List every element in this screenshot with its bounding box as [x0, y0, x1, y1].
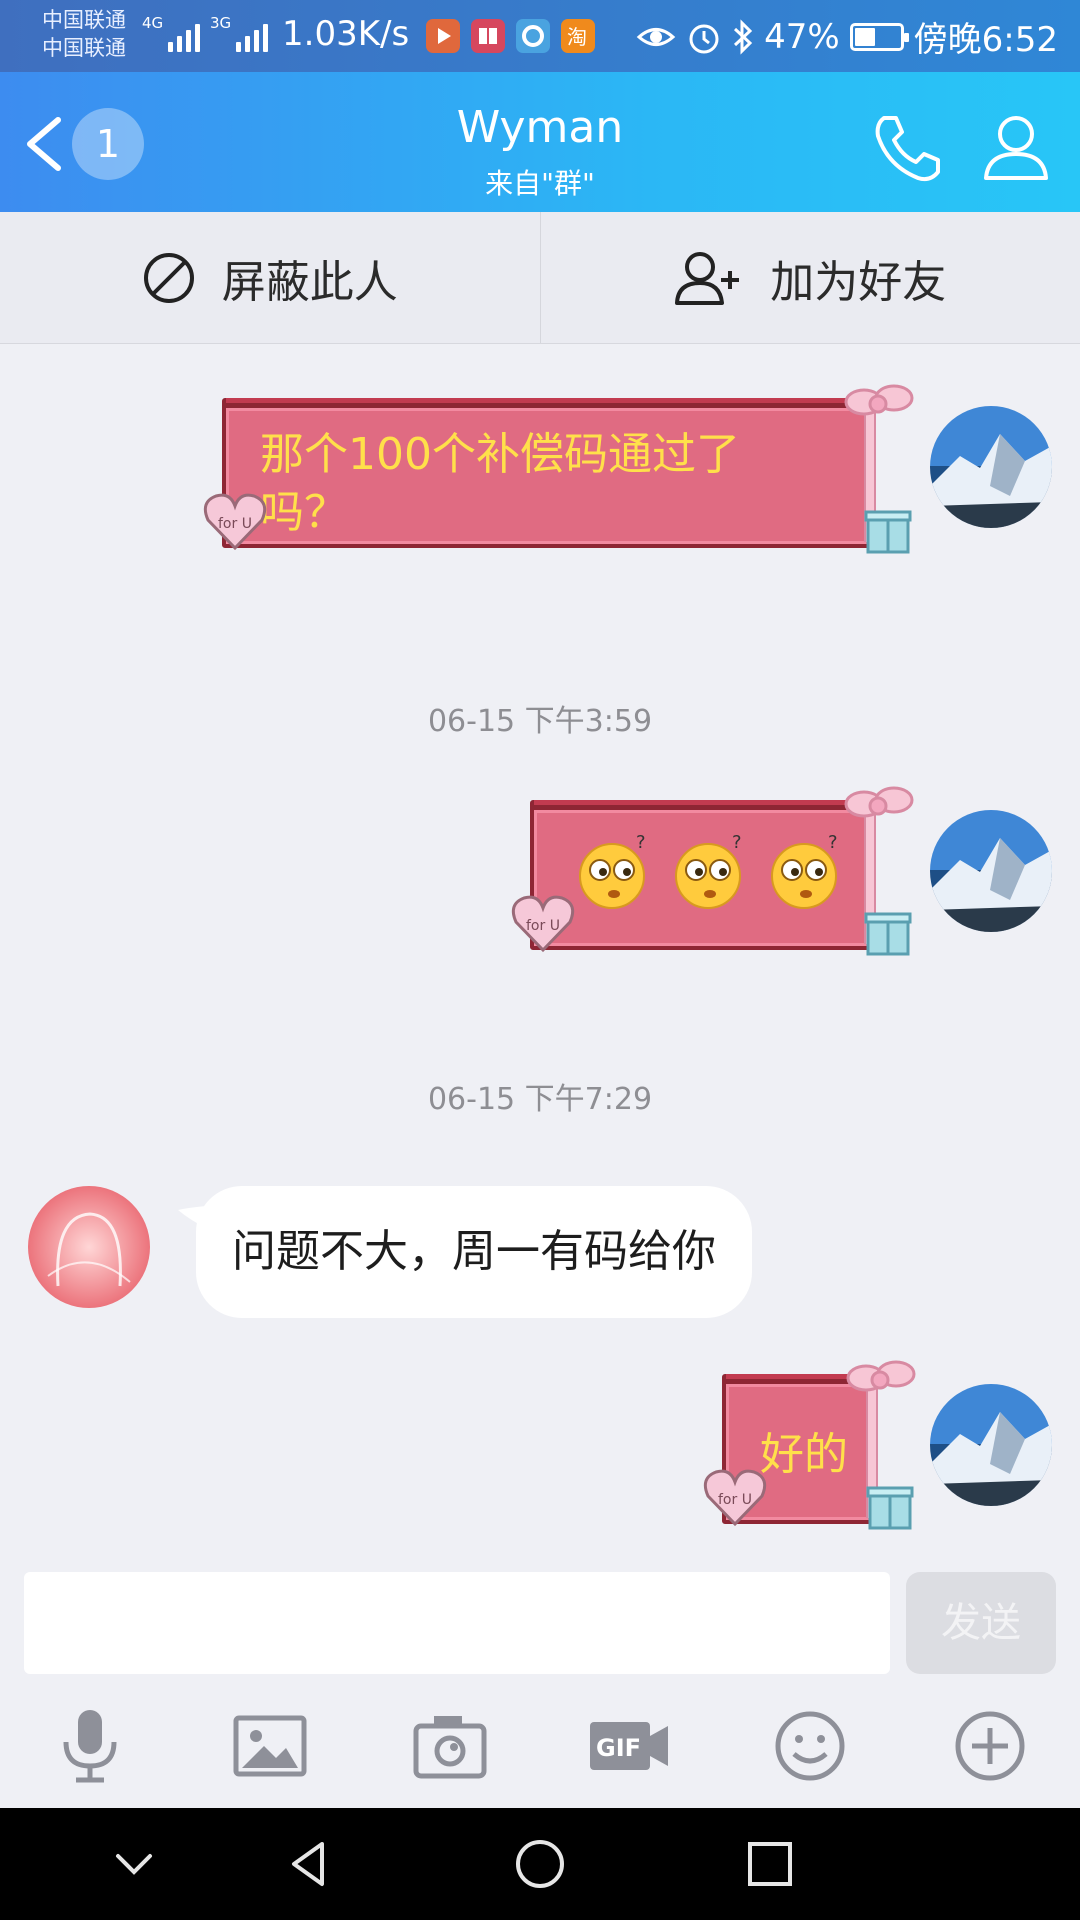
network-type-1: 4G — [142, 14, 164, 32]
block-user-button[interactable]: 屏蔽此人 — [0, 212, 540, 343]
alarm-icon — [689, 24, 719, 53]
status-bar: 中国联通 中国联通 4G 3G 1.03K/s 淘 47% 傍晚6:52 — [0, 0, 1080, 72]
composer-bar: 发送 — [0, 1570, 1080, 1676]
my-avatar[interactable] — [930, 810, 1052, 932]
message-timestamp: 06-15 下午3:59 — [427, 704, 653, 739]
gif-icon[interactable]: GIF — [586, 1706, 672, 1786]
message-input[interactable] — [24, 1572, 890, 1674]
confused-emoji-icon: ? — [675, 832, 742, 909]
heart-for-u-icon: for U — [703, 1469, 767, 1527]
reader-app-icon — [471, 19, 505, 53]
message-text-line-2: 吗？ — [260, 487, 348, 538]
block-icon — [143, 252, 194, 303]
battery-percent: 47% — [764, 16, 840, 57]
stranger-action-bar: 屏蔽此人 加为好友 — [0, 212, 1080, 344]
message-gift-bubble[interactable]: 好的 for U — [700, 1360, 920, 1534]
message-gift-bubble[interactable]: ? ? ? for U — [508, 786, 920, 960]
svg-text:?: ? — [828, 832, 838, 853]
block-user-label: 屏蔽此人 — [221, 256, 398, 308]
contact-avatar[interactable] — [28, 1186, 150, 1308]
heart-for-u-icon: for U — [511, 895, 575, 953]
ribbon-bow-icon — [844, 384, 914, 416]
nav-recents-icon[interactable] — [740, 1834, 800, 1894]
message-gift-bubble[interactable]: 那个100个补偿码通过了 吗？ for U — [200, 384, 920, 558]
system-navigation-bar — [0, 1808, 1080, 1920]
add-more-icon[interactable] — [950, 1706, 1030, 1786]
video-app-icon — [426, 19, 460, 53]
message-text-line-1: 那个100个补偿码通过了 — [260, 429, 740, 480]
add-friend-label: 加为好友 — [770, 256, 947, 308]
confused-emoji-icon: ? — [579, 832, 646, 909]
incoming-message-bubble[interactable]: 问题不大，周一有码给你 — [196, 1186, 752, 1318]
chat-header: 1 Wyman 来自"群" — [0, 72, 1080, 212]
carrier-1: 中国联通 — [42, 8, 126, 32]
add-friend-icon — [675, 251, 740, 305]
bluetooth-icon — [734, 18, 753, 55]
network-type-2: 3G — [210, 14, 232, 32]
ribbon-bow-icon — [846, 1360, 916, 1392]
svg-text:淘: 淘 — [567, 25, 587, 49]
network-speed: 1.03K/s — [282, 14, 410, 54]
camera-icon[interactable] — [410, 1706, 490, 1786]
nav-home-icon[interactable] — [510, 1834, 570, 1894]
nav-back-icon[interactable] — [280, 1834, 340, 1894]
battery-icon — [849, 22, 909, 51]
phone-call-icon[interactable] — [870, 110, 946, 186]
svg-text:for U: for U — [218, 516, 252, 532]
microphone-icon[interactable] — [50, 1706, 130, 1786]
svg-text:?: ? — [636, 832, 646, 853]
message-list[interactable]: 那个100个补偿码通过了 吗？ for U 06-15 下午3:59 ? ? ?… — [0, 344, 1080, 1570]
add-friend-button[interactable]: 加为好友 — [539, 212, 1080, 343]
chevron-down-icon[interactable] — [104, 1834, 164, 1894]
gift-box-icon — [864, 912, 912, 956]
emoji-icon[interactable] — [770, 1706, 850, 1786]
image-icon[interactable] — [230, 1706, 310, 1786]
send-button[interactable]: 发送 — [906, 1572, 1056, 1674]
composer-toolbar: GIF — [0, 1676, 1080, 1808]
svg-text:?: ? — [732, 832, 742, 853]
status-right: 47% 傍晚6:52 — [636, 12, 1058, 61]
ribbon-bow-icon — [844, 786, 914, 818]
my-avatar[interactable] — [930, 406, 1052, 528]
gift-box-icon — [864, 510, 912, 554]
confused-emoji-icon: ? — [771, 832, 838, 909]
browser-app-icon — [516, 19, 550, 53]
clock: 傍晚6:52 — [913, 20, 1058, 60]
signal-1-icon: 4G — [142, 14, 200, 52]
svg-text:for U: for U — [526, 918, 560, 934]
taobao-app-icon: 淘 — [561, 19, 595, 53]
message-text: 好的 — [760, 1429, 848, 1480]
svg-text:for U: for U — [718, 1492, 752, 1508]
gift-box-icon — [866, 1486, 914, 1530]
profile-icon[interactable] — [978, 108, 1054, 184]
carrier-2: 中国联通 — [42, 36, 126, 60]
svg-text:GIF: GIF — [596, 1734, 641, 1762]
my-avatar[interactable] — [930, 1384, 1052, 1506]
eye-icon — [636, 27, 676, 46]
signal-2-icon: 3G — [210, 14, 268, 52]
message-timestamp: 06-15 下午7:29 — [427, 1082, 653, 1117]
heart-for-u-icon: for U — [203, 493, 267, 551]
carrier-labels: 中国联通 中国联通 — [42, 6, 126, 62]
